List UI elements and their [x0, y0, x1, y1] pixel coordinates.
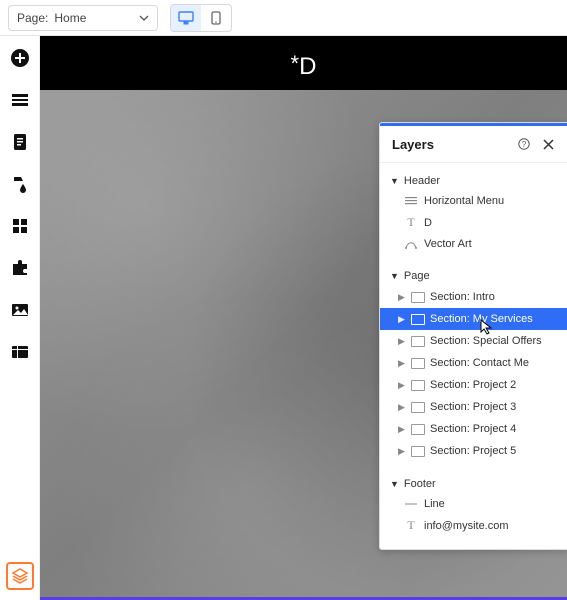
caret-right-icon: ▶	[398, 358, 406, 369]
help-icon: ?	[518, 138, 530, 150]
layer-label: Section: Intro	[430, 291, 495, 303]
caret-right-icon: ▶	[398, 336, 406, 347]
top-toolbar: Page: Home	[0, 0, 567, 36]
layer-item-section[interactable]: ▶ Section: Project 5	[380, 440, 567, 462]
section-icon	[411, 380, 425, 391]
page-selector[interactable]: Page: Home	[8, 5, 158, 31]
caret-right-icon: ▶	[398, 446, 406, 457]
layer-item-section[interactable]: ▶ Section: Contact Me	[380, 352, 567, 374]
layer-item-horizontal-menu[interactable]: Horizontal Menu	[380, 191, 567, 211]
site-logo: *D	[291, 45, 317, 81]
logo-letter: D	[299, 53, 316, 80]
caret-down-icon: ▼	[390, 176, 399, 186]
logo-star: *	[291, 51, 300, 76]
close-icon	[543, 139, 554, 150]
layer-item-footer-line[interactable]: Line	[380, 494, 567, 514]
section-icon	[411, 336, 425, 347]
help-button[interactable]: ?	[516, 136, 532, 152]
section-icon	[411, 424, 425, 435]
layer-label: Vector Art	[424, 238, 472, 250]
editor-canvas[interactable]: *D Gr Layers ? ▼ Header Horizontal Menu	[40, 36, 567, 600]
layers-group-header[interactable]: ▼ Header	[380, 169, 567, 191]
image-icon	[11, 303, 29, 317]
layer-label: Section: Project 2	[430, 379, 516, 391]
data-button[interactable]	[8, 340, 32, 364]
caret-right-icon: ▶	[398, 314, 406, 325]
layer-label: Section: Special Offers	[430, 335, 542, 347]
text-icon: T	[404, 215, 418, 230]
layer-item-vector-art[interactable]: Vector Art	[380, 234, 567, 254]
mobile-icon	[211, 11, 221, 25]
puzzle-icon	[11, 259, 29, 277]
theme-button[interactable]	[8, 172, 32, 196]
layer-item-section[interactable]: ▶ Section: Intro	[380, 286, 567, 308]
group-header-label: Header	[404, 175, 440, 187]
desktop-icon	[178, 11, 194, 25]
device-toggle	[170, 4, 232, 32]
apps-button[interactable]	[8, 214, 32, 238]
media-button[interactable]	[8, 298, 32, 322]
layers-panel-header: Layers ?	[380, 126, 567, 163]
layers-group-page[interactable]: ▼ Page	[380, 264, 567, 286]
chevron-down-icon	[139, 13, 149, 23]
section-icon	[411, 292, 425, 303]
layers-group-footer[interactable]: ▼ Footer	[380, 472, 567, 494]
hmenu-icon	[404, 197, 418, 205]
caret-down-icon: ▼	[390, 271, 399, 281]
left-icon-rail	[0, 36, 40, 600]
caret-right-icon: ▶	[398, 380, 406, 391]
layer-label: Section: Project 3	[430, 401, 516, 413]
site-header-preview: *D	[40, 36, 567, 90]
layer-label: Section: Project 5	[430, 445, 516, 457]
layer-label: Section: Project 4	[430, 423, 516, 435]
layer-item-section[interactable]: ▶ Section: Special Offers	[380, 330, 567, 352]
group-page-label: Page	[404, 270, 430, 282]
apps-icon	[12, 218, 28, 234]
page-label-name: Home	[54, 11, 86, 25]
layer-item-section[interactable]: ▶ Section: Project 3	[380, 396, 567, 418]
caret-right-icon: ▶	[398, 424, 406, 435]
caret-down-icon: ▼	[390, 479, 399, 489]
caret-right-icon: ▶	[398, 292, 406, 303]
group-footer-label: Footer	[404, 478, 436, 490]
vector-icon	[404, 239, 418, 249]
close-button[interactable]	[540, 136, 556, 152]
page-label-prefix: Page:	[17, 11, 48, 25]
layer-item-section[interactable]: ▶ Section: Project 4	[380, 418, 567, 440]
section-icon	[411, 402, 425, 413]
addons-button[interactable]	[8, 256, 32, 280]
layer-item-section[interactable]: ▶ Section: My Services	[380, 308, 567, 330]
section-icon	[411, 314, 425, 325]
pages-button[interactable]	[8, 130, 32, 154]
layers-icon	[11, 567, 29, 585]
layer-label: info@mysite.com	[424, 520, 509, 532]
paint-icon	[11, 175, 29, 193]
layers-panel-body: ▼ Header Horizontal Menu T D Vector Art …	[380, 163, 567, 549]
layer-label: D	[424, 217, 432, 229]
layers-panel: Layers ? ▼ Header Horizontal Menu T D	[379, 122, 567, 550]
mobile-view-button[interactable]	[201, 5, 231, 31]
plus-circle-icon	[10, 48, 30, 68]
layer-item-section[interactable]: ▶ Section: Project 2	[380, 374, 567, 396]
section-icon	[411, 446, 425, 457]
sections-button[interactable]	[8, 88, 32, 112]
page-icon	[12, 133, 28, 151]
section-icon	[11, 93, 29, 107]
add-button[interactable]	[8, 46, 32, 70]
layer-label: Section: Contact Me	[430, 357, 529, 369]
caret-right-icon: ▶	[398, 402, 406, 413]
text-icon: T	[404, 518, 418, 533]
layer-label: Section: My Services	[430, 313, 533, 325]
layers-panel-title: Layers	[392, 137, 434, 152]
layer-item-text-d[interactable]: T D	[380, 211, 567, 234]
svg-text:?: ?	[522, 140, 527, 149]
section-icon	[411, 358, 425, 369]
layer-label: Horizontal Menu	[424, 195, 504, 207]
layer-label: Line	[424, 498, 445, 510]
data-icon	[11, 345, 29, 359]
desktop-view-button[interactable]	[171, 5, 201, 31]
line-icon	[404, 502, 418, 506]
layers-toggle-button[interactable]	[6, 562, 34, 590]
layer-item-footer-text[interactable]: T info@mysite.com	[380, 514, 567, 537]
